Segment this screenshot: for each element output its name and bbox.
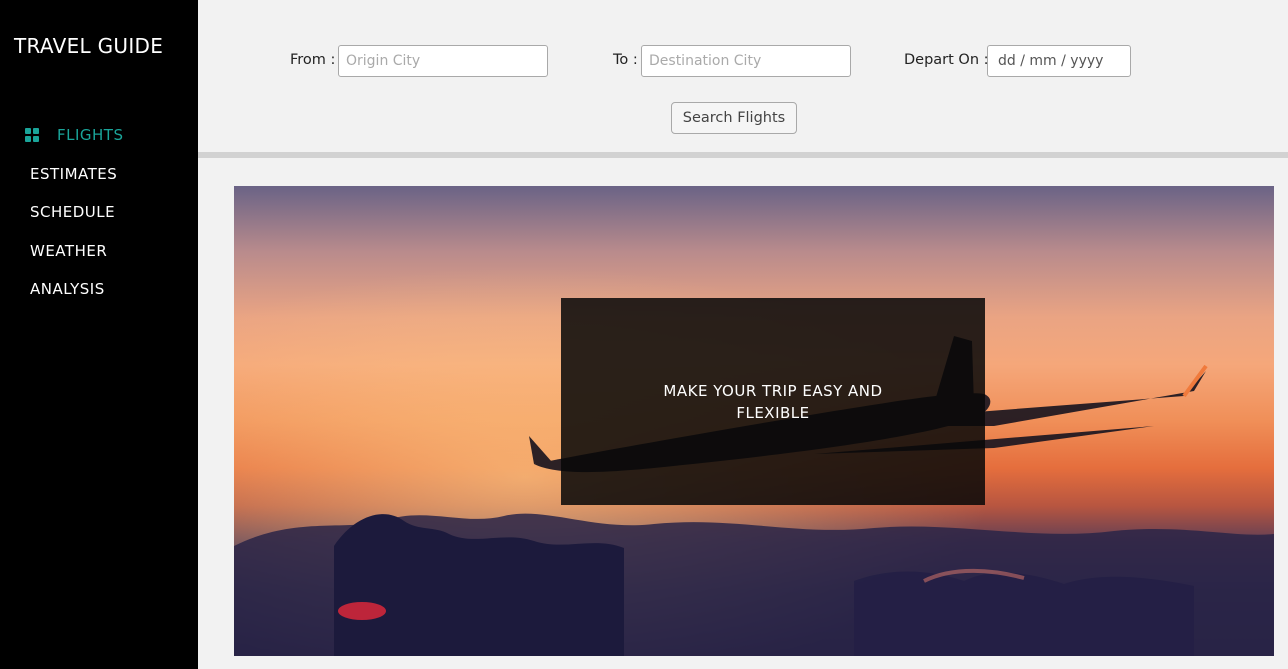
sidebar-item-flights[interactable]: FLIGHTS (0, 116, 198, 155)
origin-city-input[interactable] (338, 45, 548, 77)
dashboard-grid-icon (25, 128, 39, 143)
origin-label: From : (290, 52, 336, 68)
sidebar-item-label: SCHEDULE (30, 203, 116, 222)
depart-date-input[interactable]: dd / mm / yyyy (987, 45, 1131, 77)
sidebar-item-label: ANALYSIS (30, 280, 105, 299)
sidebar-item-label: ESTIMATES (30, 164, 118, 183)
sidebar-item-analysis[interactable]: ANALYSIS (0, 270, 198, 309)
flight-search-form: From : To : Depart On : dd / mm / yyyy S… (198, 0, 1288, 158)
destination-city-input[interactable] (641, 45, 851, 77)
hero-overlay: MAKE YOUR TRIP EASY AND FLEXIBLE (561, 298, 985, 505)
hero-banner: MAKE YOUR TRIP EASY AND FLEXIBLE (234, 186, 1274, 656)
search-flights-button[interactable]: Search Flights (671, 102, 797, 134)
hero-tagline: MAKE YOUR TRIP EASY AND FLEXIBLE (663, 381, 883, 422)
sidebar-item-schedule[interactable]: SCHEDULE (0, 193, 198, 232)
destination-label: To : (613, 52, 638, 68)
sidebar-item-label: WEATHER (30, 241, 108, 260)
sidebar-nav: FLIGHTS ESTIMATES SCHEDULE WEATHER ANALY… (0, 116, 198, 309)
sidebar-item-weather[interactable]: WEATHER (0, 232, 198, 271)
brand-title[interactable]: TRAVEL GUIDE (14, 34, 163, 58)
sidebar-item-label: FLIGHTS (57, 126, 124, 145)
sidebar: TRAVEL GUIDE FLIGHTS ESTIMATES SCHEDULE … (0, 0, 198, 669)
depart-date-label: Depart On : (904, 52, 989, 68)
date-placeholder: dd / mm / yyyy (998, 53, 1104, 69)
sidebar-item-estimates[interactable]: ESTIMATES (0, 155, 198, 194)
